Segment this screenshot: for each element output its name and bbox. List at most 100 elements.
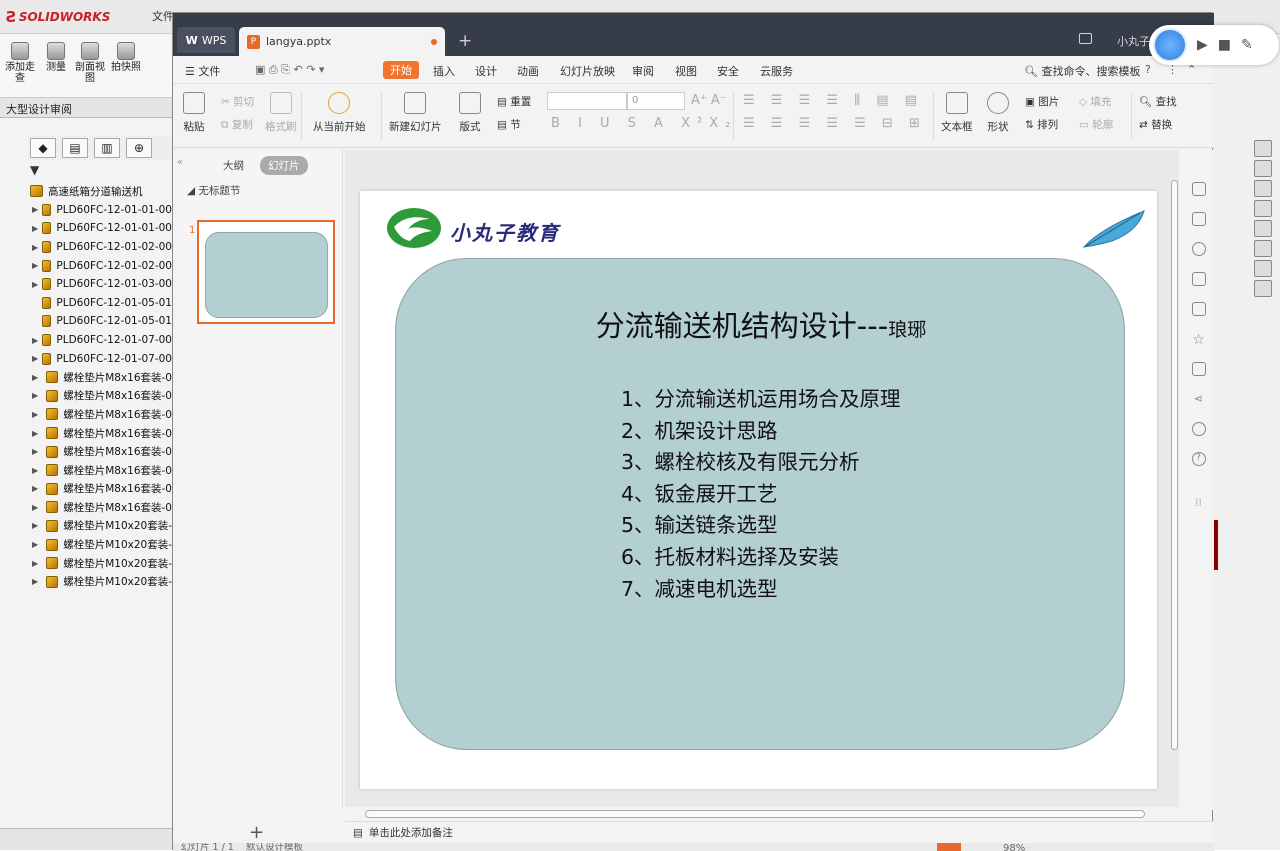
expand-arrow-icon[interactable]: ▶: [32, 559, 42, 568]
tree-item[interactable]: ▶ PLD60FC-12-01-07-00: [0, 349, 172, 368]
find-button[interactable]: 🔍︎ 查找: [1139, 94, 1177, 109]
view-palette-icon[interactable]: [1254, 200, 1272, 217]
archive-icon[interactable]: [1191, 362, 1206, 376]
play-icon[interactable]: ▶: [1197, 37, 1208, 53]
tree-item[interactable]: ▶ 螺栓垫片M10x20套装-: [0, 554, 172, 573]
tab-slideshow[interactable]: 幻灯片放映: [560, 63, 615, 79]
add-slide-plus-icon[interactable]: +: [249, 822, 264, 843]
play-from-current-button[interactable]: 从当前开始: [313, 92, 366, 134]
tab-slides[interactable]: 幻灯片: [260, 156, 308, 175]
align-icons[interactable]: ☰ ☰ ☰ ☰ ☰ ⊟ ⊞: [743, 116, 926, 131]
tree-item[interactable]: PLD60FC-12-01-05-01: [0, 294, 172, 313]
tab-review[interactable]: 审阅: [632, 63, 654, 79]
shape-panel-icon[interactable]: [1191, 242, 1206, 256]
expand-arrow-icon[interactable]: ▶: [32, 429, 42, 438]
monitor-icon[interactable]: [1079, 33, 1092, 44]
tree-root[interactable]: 高速纸箱分道输送机: [0, 182, 172, 201]
expand-arrow-icon[interactable]: ▶: [32, 521, 42, 530]
replace-button[interactable]: ⇄ 替换: [1139, 117, 1172, 132]
add-walkthrough-button[interactable]: 添加走查: [2, 42, 38, 92]
notes-area[interactable]: ▤ 单击此处添加备注: [345, 821, 1214, 843]
tree-item[interactable]: PLD60FC-12-01-05-01: [0, 312, 172, 331]
fill-button[interactable]: ◇ 填充: [1079, 94, 1111, 109]
appearance-icon[interactable]: [1254, 220, 1272, 237]
tree-item[interactable]: ▶ 螺栓垫片M8x16套装-0: [0, 480, 172, 499]
feature-tree-tab-icon[interactable]: ◆: [30, 138, 56, 158]
tree-item[interactable]: ▶ 螺栓垫片M10x20套装-: [0, 572, 172, 591]
tab-view[interactable]: 视图: [675, 63, 697, 79]
picture-button[interactable]: ▣ 图片: [1025, 94, 1059, 109]
content-rounded-box[interactable]: 分流输送机结构设计---琅琊 1、分流输送机运用场合及原理 2、机架设计思路 3…: [395, 258, 1125, 750]
cut-button[interactable]: ✂ 剪切: [221, 94, 254, 109]
tree-item[interactable]: ▶ 螺栓垫片M10x20套装-: [0, 535, 172, 554]
filter-icon[interactable]: ▼: [30, 163, 39, 177]
horizontal-scrollbar[interactable]: [345, 807, 1179, 821]
slide-title[interactable]: 分流输送机结构设计---琅琊: [396, 303, 1126, 345]
tab-insert[interactable]: 插入: [433, 63, 455, 79]
horizontal-scroll-thumb[interactable]: [365, 810, 1145, 818]
paragraph-icons[interactable]: ☰ ☰ ☰ ☰ ⫼ ▤ ▤: [743, 93, 923, 108]
outline-button[interactable]: ▭ 轮廓: [1079, 117, 1113, 132]
tree-item[interactable]: ▶ 螺栓垫片M8x16套装-0: [0, 498, 172, 517]
forum-icon[interactable]: [1254, 280, 1272, 297]
layout-button[interactable]: 版式: [459, 92, 481, 134]
expand-arrow-icon[interactable]: ▶: [32, 503, 42, 512]
section-button[interactable]: ▤ 节: [497, 117, 521, 132]
font-name-select[interactable]: [547, 92, 627, 110]
pin-icon[interactable]: [1191, 182, 1206, 196]
help-circle-icon[interactable]: ?: [1191, 452, 1206, 466]
slide-outline-list[interactable]: 1、分流输送机运用场合及原理 2、机架设计思路 3、螺栓校核及有限元分析 4、钣…: [621, 382, 901, 603]
tree-item[interactable]: ▶ 螺栓垫片M10x20套装-: [0, 517, 172, 536]
folder-icon[interactable]: [1254, 180, 1272, 197]
copy-button[interactable]: ⧉ 复制: [221, 117, 253, 132]
tree-item[interactable]: ▶ PLD60FC-12-01-07-00: [0, 331, 172, 350]
expand-arrow-icon[interactable]: ▶: [32, 484, 42, 493]
reset-button[interactable]: ▤ 重置: [497, 94, 531, 109]
unsaved-dot-icon[interactable]: [431, 38, 437, 45]
config-tab-icon[interactable]: ▥: [94, 138, 120, 158]
expand-arrow-icon[interactable]: ▶: [32, 205, 38, 214]
tab-security[interactable]: 安全: [717, 63, 739, 79]
property-tab-icon[interactable]: ▤: [62, 138, 88, 158]
recorder-avatar-icon[interactable]: [1153, 28, 1187, 62]
tree-item[interactable]: ▶ 螺栓垫片M8x16套装-0: [0, 461, 172, 480]
user-name[interactable]: 小丸子: [1117, 33, 1150, 49]
measure-button[interactable]: 测量: [38, 42, 74, 92]
snapshot-button[interactable]: 拍快照: [108, 42, 144, 92]
collapse-panel-icon[interactable]: «: [177, 157, 183, 168]
tree-item[interactable]: ▶ PLD60FC-12-01-01-00: [0, 219, 172, 238]
textbox-button[interactable]: 文本框: [941, 92, 973, 134]
vertical-scroll-thumb[interactable]: [1171, 180, 1178, 750]
expand-arrow-icon[interactable]: ▶: [32, 391, 42, 400]
help-icon[interactable]: ?: [1145, 63, 1151, 76]
resources-icon[interactable]: [1254, 160, 1272, 177]
sw-menu-file[interactable]: 文件: [152, 8, 174, 24]
tab-cloud[interactable]: 云服务: [760, 63, 793, 79]
home-icon[interactable]: [1254, 140, 1272, 157]
tab-design[interactable]: 设计: [475, 63, 497, 79]
expand-arrow-icon[interactable]: ▶: [32, 410, 42, 419]
expand-arrow-icon[interactable]: ▶: [32, 280, 38, 289]
expand-arrow-icon[interactable]: ▶: [32, 373, 42, 382]
font-size-select[interactable]: 0: [627, 92, 685, 110]
text-format-icons[interactable]: B I U S A X²X₂: [551, 116, 737, 131]
expand-arrow-icon[interactable]: ▶: [32, 540, 42, 549]
new-slide-button[interactable]: 新建幻灯片: [389, 92, 442, 134]
expand-arrow-icon[interactable]: ▶: [32, 224, 38, 233]
recovery-icon[interactable]: [1254, 260, 1272, 277]
expand-arrow-icon[interactable]: ▶: [32, 447, 42, 456]
wps-home-tab[interactable]: W WPS: [177, 27, 235, 53]
expand-arrow-icon[interactable]: ▶: [32, 336, 38, 345]
tree-item[interactable]: ▶ PLD60FC-12-01-02-00: [0, 238, 172, 257]
shape-button[interactable]: 形状: [987, 92, 1009, 134]
dimxpert-tab-icon[interactable]: ⊕: [126, 138, 152, 158]
settings-sliders-icon[interactable]: [1191, 272, 1206, 286]
vertical-scrollbar[interactable]: [1167, 150, 1181, 820]
history-icon[interactable]: [1191, 422, 1206, 436]
new-tab-plus-icon[interactable]: +: [458, 31, 472, 51]
object-icon[interactable]: [1191, 212, 1206, 226]
expand-arrow-icon[interactable]: ▶: [32, 466, 42, 475]
slide-thumbnail[interactable]: [197, 220, 335, 324]
grid-icon[interactable]: ⁞⁞: [1192, 496, 1206, 510]
expand-arrow-icon[interactable]: ▶: [32, 577, 42, 586]
